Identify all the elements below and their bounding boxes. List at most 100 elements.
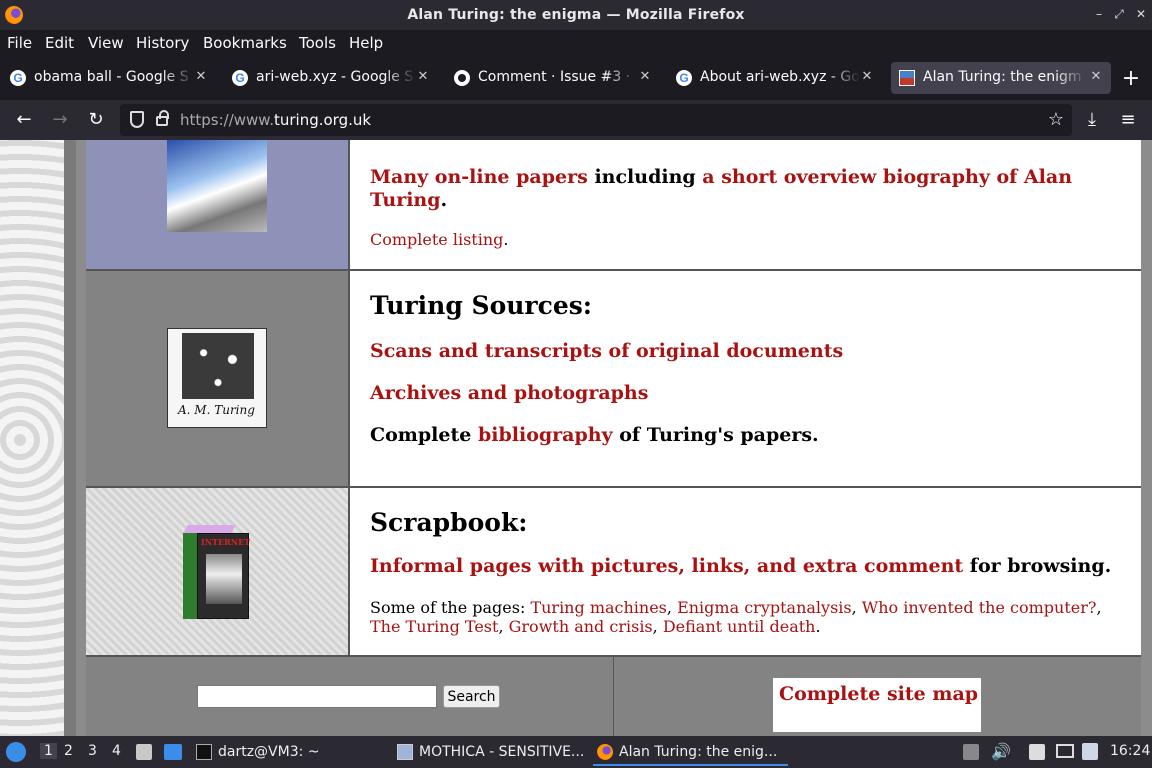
bibliography-text-end: of Turing's papers. [612, 424, 819, 446]
sources-heading: Turing Sources: [370, 291, 593, 320]
search-button[interactable]: Search [443, 685, 500, 708]
turing-machines-link[interactable]: Turing machines [530, 598, 666, 617]
window-title: Alan Turing: the enigma — Mozilla Firefo… [407, 7, 745, 23]
menu-tools[interactable]: Tools [299, 34, 336, 52]
url-prefix: https://www. [180, 111, 274, 129]
google-icon: G [10, 70, 26, 86]
menu-view[interactable]: View [88, 34, 124, 52]
navigation-toolbar: ← → ↻ https://www.turing.org.uk ☆ ⤓ ≡ [0, 100, 1152, 140]
close-tab-icon[interactable]: ✕ [1087, 68, 1105, 86]
scrapbook-text: for browsing. [963, 555, 1112, 577]
maximize-button[interactable]: ⤢ [1110, 5, 1128, 23]
who-invented-link[interactable]: Who invented the computer? [862, 598, 1097, 617]
taskbar-app-firefox[interactable]: Alan Turing: the enig... [593, 738, 788, 766]
workspace-1[interactable]: 1 [40, 743, 57, 759]
show-desktop-icon[interactable] [164, 744, 182, 760]
hamburger-menu-icon[interactable]: ≡ [1116, 108, 1140, 132]
tab-label: ari-web.xyz - Google S [256, 69, 414, 85]
complete-listing-line: Complete listing. [370, 230, 509, 249]
sources-text-cell: Turing Sources: Scans and transcripts of… [349, 271, 1141, 486]
some-pages-intro: Some of the pages: [370, 598, 531, 617]
book-photo [206, 554, 242, 604]
network-icon[interactable] [1056, 744, 1074, 758]
volume-icon[interactable]: 🔊 [991, 742, 1011, 761]
scans-line: Scans and transcripts of original docume… [370, 340, 843, 362]
enigma-link[interactable]: Enigma cryptanalysis [677, 598, 852, 617]
taskbar-app-label: MOTHICA - SENSITIVE... [419, 744, 585, 760]
informal-pages-link[interactable]: Informal pages with pictures, links, and… [370, 555, 963, 577]
site-map-link[interactable]: Complete site map [779, 683, 978, 705]
archives-link[interactable]: Archives and photographs [370, 382, 648, 404]
forward-button[interactable]: → [48, 108, 72, 132]
file-manager-icon[interactable] [136, 744, 152, 760]
reload-button[interactable]: ↻ [84, 108, 108, 132]
papers-thumbnail[interactable] [167, 140, 267, 232]
tab-github-comment[interactable]: Comment · Issue #3 · ✕ [446, 62, 660, 94]
url-text[interactable]: https://www.turing.org.uk [180, 111, 371, 129]
complete-listing-link[interactable]: Complete listing [370, 230, 503, 249]
complete-listing-end: . [503, 230, 509, 249]
defiant-link[interactable]: Defiant until death [663, 617, 816, 636]
start-menu-icon[interactable] [6, 742, 26, 762]
scans-link[interactable]: Scans and transcripts of original docume… [370, 340, 843, 362]
taskbar-app-label: Alan Turing: the enig... [619, 744, 778, 760]
tray-up-icon[interactable] [963, 744, 979, 760]
growth-crisis-link[interactable]: Growth and crisis [509, 617, 653, 636]
menu-history[interactable]: History [136, 34, 189, 52]
terminal-icon [196, 744, 212, 760]
close-tab-icon[interactable]: ✕ [192, 68, 210, 86]
papers-text-end: . [440, 189, 448, 211]
menu-bookmarks[interactable]: Bookmarks [203, 34, 287, 52]
search-cell: Search [86, 657, 613, 736]
clock[interactable]: 16:24 [1110, 743, 1150, 759]
taskbar-app-terminal[interactable]: dartz@VM3: ~ [192, 738, 387, 766]
book-title: INTERNET [201, 537, 251, 547]
menu-file[interactable]: File [7, 34, 32, 52]
tab-obama-ball[interactable]: G obama ball - Google S ✕ [2, 62, 216, 94]
scrapbook-book-image[interactable]: INTERNET [182, 525, 251, 621]
close-tab-icon[interactable]: ✕ [636, 68, 654, 86]
archives-line: Archives and photographs [370, 382, 648, 404]
tab-about-ari-web[interactable]: G About ari-web.xyz - Go ✕ [668, 62, 882, 94]
menu-edit[interactable]: Edit [45, 34, 74, 52]
tab-label: Comment · Issue #3 · [478, 69, 631, 85]
workspace-3[interactable]: 3 [88, 743, 97, 759]
back-button[interactable]: ← [12, 108, 36, 132]
sitemap-cell: Complete site map [614, 657, 1141, 736]
tab-ari-web-search[interactable]: G ari-web.xyz - Google S ✕ [224, 62, 438, 94]
papers-paragraph: Many on-line papers including a short ov… [370, 166, 1130, 212]
new-tab-button[interactable]: + [1120, 68, 1142, 90]
downloads-icon[interactable]: ⤓ [1080, 108, 1104, 132]
window-titlebar: Alan Turing: the enigma — Mozilla Firefo… [0, 0, 1152, 30]
minimize-button[interactable]: – [1090, 5, 1108, 23]
some-pages-paragraph: Some of the pages: Turing machines, Enig… [370, 598, 1102, 636]
close-tab-icon[interactable]: ✕ [858, 68, 876, 86]
scrapbook-image-cell: INTERNET [86, 488, 349, 655]
lock-icon[interactable] [156, 110, 169, 126]
online-papers-link[interactable]: Many on-line papers [370, 166, 588, 188]
taskbar: 1 2 3 4 dartz@VM3: ~ MOTHICA - SENSITIVE… [0, 736, 1152, 768]
taskbar-app-label: dartz@VM3: ~ [218, 744, 320, 760]
tracking-shield-icon[interactable] [130, 111, 144, 128]
close-window-button[interactable]: ✕ [1132, 5, 1150, 23]
workspace-2[interactable]: 2 [64, 743, 73, 759]
taskbar-app-mothica[interactable]: MOTHICA - SENSITIVE... [393, 738, 588, 766]
clipboard-icon[interactable] [1029, 744, 1045, 760]
workspace-4[interactable]: 4 [112, 743, 121, 759]
url-host: turing.org.uk [273, 111, 372, 129]
url-bar[interactable]: https://www.turing.org.uk ☆ [120, 104, 1072, 136]
github-icon [454, 70, 470, 86]
signature-thumbnail[interactable]: A. M. Turing [167, 328, 267, 428]
window-icon [397, 744, 413, 760]
papers-text-cell: Many on-line papers including a short ov… [349, 140, 1141, 269]
bibliography-link[interactable]: bibliography [478, 424, 613, 446]
turing-test-link[interactable]: The Turing Test [370, 617, 498, 636]
close-tab-icon[interactable]: ✕ [414, 68, 432, 86]
book-cover: INTERNET [197, 533, 251, 619]
notification-icon[interactable] [1082, 743, 1098, 760]
tab-alan-turing[interactable]: Alan Turing: the enigm ✕ [891, 62, 1111, 94]
page-content[interactable]: Many on-line papers including a short ov… [0, 140, 1152, 736]
site-search-input[interactable] [197, 685, 437, 708]
bookmark-star-icon[interactable]: ☆ [1048, 109, 1064, 130]
menu-help[interactable]: Help [349, 34, 383, 52]
